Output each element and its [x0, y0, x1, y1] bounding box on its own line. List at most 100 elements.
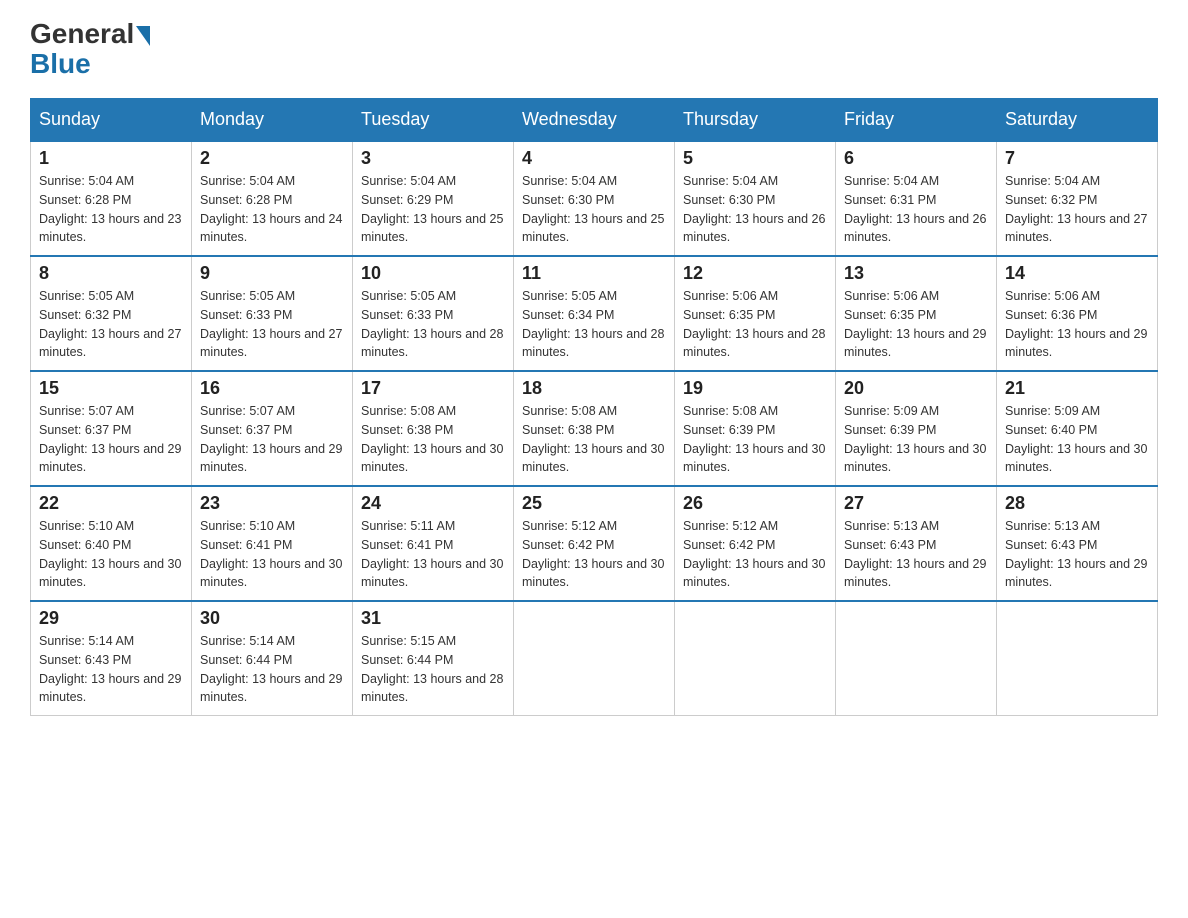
calendar-cell: 14 Sunrise: 5:06 AM Sunset: 6:36 PM Dayl… — [997, 256, 1158, 371]
day-number: 16 — [200, 378, 344, 399]
calendar-cell: 15 Sunrise: 5:07 AM Sunset: 6:37 PM Dayl… — [31, 371, 192, 486]
day-number: 27 — [844, 493, 988, 514]
calendar-cell: 18 Sunrise: 5:08 AM Sunset: 6:38 PM Dayl… — [514, 371, 675, 486]
calendar-cell: 16 Sunrise: 5:07 AM Sunset: 6:37 PM Dayl… — [192, 371, 353, 486]
logo-arrow-icon — [136, 26, 150, 46]
calendar-cell: 19 Sunrise: 5:08 AM Sunset: 6:39 PM Dayl… — [675, 371, 836, 486]
calendar-cell: 31 Sunrise: 5:15 AM Sunset: 6:44 PM Dayl… — [353, 601, 514, 716]
logo-blue-text: Blue — [30, 48, 91, 80]
week-row-1: 1 Sunrise: 5:04 AM Sunset: 6:28 PM Dayli… — [31, 141, 1158, 256]
day-number: 6 — [844, 148, 988, 169]
day-number: 23 — [200, 493, 344, 514]
calendar-cell: 13 Sunrise: 5:06 AM Sunset: 6:35 PM Dayl… — [836, 256, 997, 371]
calendar-cell: 27 Sunrise: 5:13 AM Sunset: 6:43 PM Dayl… — [836, 486, 997, 601]
day-info: Sunrise: 5:10 AM Sunset: 6:40 PM Dayligh… — [39, 517, 183, 592]
day-number: 12 — [683, 263, 827, 284]
calendar-cell — [836, 601, 997, 716]
day-number: 30 — [200, 608, 344, 629]
day-info: Sunrise: 5:04 AM Sunset: 6:30 PM Dayligh… — [683, 172, 827, 247]
week-row-4: 22 Sunrise: 5:10 AM Sunset: 6:40 PM Dayl… — [31, 486, 1158, 601]
day-number: 11 — [522, 263, 666, 284]
day-number: 5 — [683, 148, 827, 169]
calendar-cell: 3 Sunrise: 5:04 AM Sunset: 6:29 PM Dayli… — [353, 141, 514, 256]
day-number: 9 — [200, 263, 344, 284]
day-number: 1 — [39, 148, 183, 169]
day-info: Sunrise: 5:08 AM Sunset: 6:38 PM Dayligh… — [361, 402, 505, 477]
day-number: 24 — [361, 493, 505, 514]
day-info: Sunrise: 5:05 AM Sunset: 6:32 PM Dayligh… — [39, 287, 183, 362]
day-number: 25 — [522, 493, 666, 514]
day-info: Sunrise: 5:11 AM Sunset: 6:41 PM Dayligh… — [361, 517, 505, 592]
day-number: 22 — [39, 493, 183, 514]
day-info: Sunrise: 5:04 AM Sunset: 6:30 PM Dayligh… — [522, 172, 666, 247]
day-number: 4 — [522, 148, 666, 169]
calendar-cell: 7 Sunrise: 5:04 AM Sunset: 6:32 PM Dayli… — [997, 141, 1158, 256]
day-of-week-tuesday: Tuesday — [353, 99, 514, 142]
calendar-table: SundayMondayTuesdayWednesdayThursdayFrid… — [30, 98, 1158, 716]
day-number: 10 — [361, 263, 505, 284]
calendar-cell: 30 Sunrise: 5:14 AM Sunset: 6:44 PM Dayl… — [192, 601, 353, 716]
day-info: Sunrise: 5:07 AM Sunset: 6:37 PM Dayligh… — [39, 402, 183, 477]
day-info: Sunrise: 5:05 AM Sunset: 6:34 PM Dayligh… — [522, 287, 666, 362]
day-number: 15 — [39, 378, 183, 399]
day-info: Sunrise: 5:10 AM Sunset: 6:41 PM Dayligh… — [200, 517, 344, 592]
day-number: 8 — [39, 263, 183, 284]
week-row-2: 8 Sunrise: 5:05 AM Sunset: 6:32 PM Dayli… — [31, 256, 1158, 371]
day-info: Sunrise: 5:04 AM Sunset: 6:28 PM Dayligh… — [200, 172, 344, 247]
day-of-week-sunday: Sunday — [31, 99, 192, 142]
calendar-cell: 5 Sunrise: 5:04 AM Sunset: 6:30 PM Dayli… — [675, 141, 836, 256]
calendar-cell — [514, 601, 675, 716]
calendar-cell: 28 Sunrise: 5:13 AM Sunset: 6:43 PM Dayl… — [997, 486, 1158, 601]
week-row-5: 29 Sunrise: 5:14 AM Sunset: 6:43 PM Dayl… — [31, 601, 1158, 716]
day-number: 29 — [39, 608, 183, 629]
day-number: 26 — [683, 493, 827, 514]
day-info: Sunrise: 5:15 AM Sunset: 6:44 PM Dayligh… — [361, 632, 505, 707]
day-number: 18 — [522, 378, 666, 399]
day-number: 20 — [844, 378, 988, 399]
day-number: 21 — [1005, 378, 1149, 399]
calendar-cell: 24 Sunrise: 5:11 AM Sunset: 6:41 PM Dayl… — [353, 486, 514, 601]
day-number: 28 — [1005, 493, 1149, 514]
day-of-week-monday: Monday — [192, 99, 353, 142]
day-info: Sunrise: 5:09 AM Sunset: 6:40 PM Dayligh… — [1005, 402, 1149, 477]
day-number: 19 — [683, 378, 827, 399]
day-info: Sunrise: 5:06 AM Sunset: 6:35 PM Dayligh… — [844, 287, 988, 362]
day-info: Sunrise: 5:05 AM Sunset: 6:33 PM Dayligh… — [200, 287, 344, 362]
day-info: Sunrise: 5:04 AM Sunset: 6:32 PM Dayligh… — [1005, 172, 1149, 247]
day-number: 14 — [1005, 263, 1149, 284]
day-info: Sunrise: 5:06 AM Sunset: 6:36 PM Dayligh… — [1005, 287, 1149, 362]
day-info: Sunrise: 5:09 AM Sunset: 6:39 PM Dayligh… — [844, 402, 988, 477]
calendar-cell: 9 Sunrise: 5:05 AM Sunset: 6:33 PM Dayli… — [192, 256, 353, 371]
calendar-cell — [997, 601, 1158, 716]
calendar-cell: 25 Sunrise: 5:12 AM Sunset: 6:42 PM Dayl… — [514, 486, 675, 601]
day-info: Sunrise: 5:04 AM Sunset: 6:28 PM Dayligh… — [39, 172, 183, 247]
week-row-3: 15 Sunrise: 5:07 AM Sunset: 6:37 PM Dayl… — [31, 371, 1158, 486]
day-info: Sunrise: 5:14 AM Sunset: 6:44 PM Dayligh… — [200, 632, 344, 707]
day-number: 31 — [361, 608, 505, 629]
calendar-header-row: SundayMondayTuesdayWednesdayThursdayFrid… — [31, 99, 1158, 142]
calendar-cell: 22 Sunrise: 5:10 AM Sunset: 6:40 PM Dayl… — [31, 486, 192, 601]
day-number: 17 — [361, 378, 505, 399]
day-info: Sunrise: 5:07 AM Sunset: 6:37 PM Dayligh… — [200, 402, 344, 477]
calendar-cell: 1 Sunrise: 5:04 AM Sunset: 6:28 PM Dayli… — [31, 141, 192, 256]
day-info: Sunrise: 5:12 AM Sunset: 6:42 PM Dayligh… — [683, 517, 827, 592]
calendar-cell: 12 Sunrise: 5:06 AM Sunset: 6:35 PM Dayl… — [675, 256, 836, 371]
calendar-cell: 11 Sunrise: 5:05 AM Sunset: 6:34 PM Dayl… — [514, 256, 675, 371]
calendar-cell — [675, 601, 836, 716]
day-info: Sunrise: 5:13 AM Sunset: 6:43 PM Dayligh… — [1005, 517, 1149, 592]
day-number: 7 — [1005, 148, 1149, 169]
calendar-cell: 23 Sunrise: 5:10 AM Sunset: 6:41 PM Dayl… — [192, 486, 353, 601]
day-info: Sunrise: 5:12 AM Sunset: 6:42 PM Dayligh… — [522, 517, 666, 592]
day-info: Sunrise: 5:13 AM Sunset: 6:43 PM Dayligh… — [844, 517, 988, 592]
day-info: Sunrise: 5:04 AM Sunset: 6:29 PM Dayligh… — [361, 172, 505, 247]
day-info: Sunrise: 5:04 AM Sunset: 6:31 PM Dayligh… — [844, 172, 988, 247]
calendar-cell: 8 Sunrise: 5:05 AM Sunset: 6:32 PM Dayli… — [31, 256, 192, 371]
page-header: General Blue — [30, 20, 1158, 80]
logo: General Blue — [30, 20, 150, 80]
calendar-cell: 6 Sunrise: 5:04 AM Sunset: 6:31 PM Dayli… — [836, 141, 997, 256]
logo-general-text: General — [30, 20, 134, 48]
day-number: 2 — [200, 148, 344, 169]
day-info: Sunrise: 5:06 AM Sunset: 6:35 PM Dayligh… — [683, 287, 827, 362]
day-of-week-friday: Friday — [836, 99, 997, 142]
calendar-cell: 4 Sunrise: 5:04 AM Sunset: 6:30 PM Dayli… — [514, 141, 675, 256]
